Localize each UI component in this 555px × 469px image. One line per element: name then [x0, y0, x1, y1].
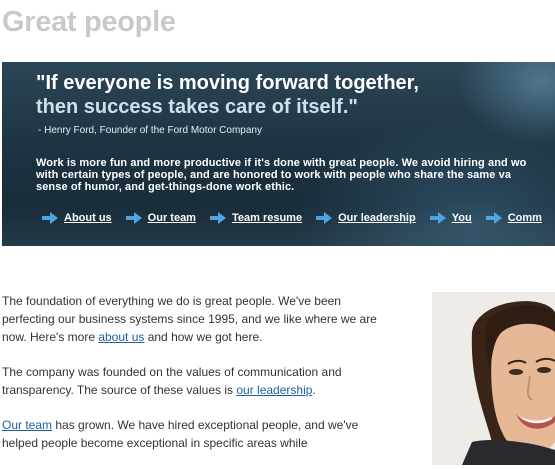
our-leadership-link[interactable]: our leadership — [236, 383, 312, 397]
about-us-link[interactable]: about us — [98, 330, 144, 344]
main-content: The foundation of everything we do is gr… — [2, 292, 377, 469]
intro-line-1: Work is more fun and more productive if … — [36, 157, 527, 169]
woman-portrait-image — [432, 292, 555, 465]
quote-line-2: then success takes care of itself." — [36, 96, 358, 118]
quote-line-1: "If everyone is moving forward together, — [36, 72, 419, 94]
section-nav: About us Our team Team resume Our leader… — [42, 212, 555, 224]
arrow-right-icon — [209, 212, 226, 224]
our-team-link[interactable]: Our team — [2, 418, 52, 432]
nav-label: About us — [64, 212, 112, 224]
quote-attribution: - Henry Ford, Founder of the Ford Motor … — [38, 125, 262, 136]
paragraph-text: and how we got here. — [144, 330, 263, 344]
nav-item-our-team[interactable]: Our team — [125, 212, 196, 224]
nav-label: Our leadership — [338, 212, 416, 224]
arrow-right-icon — [316, 212, 333, 224]
page-title: Great people — [2, 6, 176, 38]
banner-quote: "If everyone is moving forward together,… — [36, 71, 419, 119]
nav-item-comm[interactable]: Comm — [485, 212, 542, 224]
paragraph-text: has grown. We have hired exceptional peo… — [2, 418, 359, 450]
employee-photo — [432, 292, 555, 465]
nav-item-team-resume[interactable]: Team resume — [209, 212, 303, 224]
nav-item-about-us[interactable]: About us — [42, 212, 112, 224]
nav-label: Our team — [147, 212, 196, 224]
arrow-right-icon — [125, 212, 142, 224]
paragraph-text: . — [312, 383, 316, 397]
arrow-right-icon — [42, 212, 58, 224]
paragraph-foundation: The foundation of everything we do is gr… — [2, 292, 377, 346]
nav-label: You — [451, 212, 472, 224]
intro-line-2: with certain types of people, and are ho… — [36, 169, 512, 181]
hero-banner: "If everyone is moving forward together,… — [2, 62, 555, 246]
paragraph-founded: The company was founded on the values of… — [2, 363, 377, 399]
nav-item-our-leadership[interactable]: Our leadership — [316, 212, 416, 224]
arrow-right-icon — [429, 212, 446, 224]
nav-item-you[interactable]: You — [429, 212, 472, 224]
nav-label: Comm — [507, 212, 542, 224]
arrow-right-icon — [485, 212, 502, 224]
intro-line-3: sense of humor, and get-things-done work… — [36, 181, 295, 193]
nav-label: Team resume — [231, 212, 303, 224]
paragraph-team: Our team has grown. We have hired except… — [2, 416, 377, 452]
banner-intro-text: Work is more fun and more productive if … — [36, 157, 555, 193]
